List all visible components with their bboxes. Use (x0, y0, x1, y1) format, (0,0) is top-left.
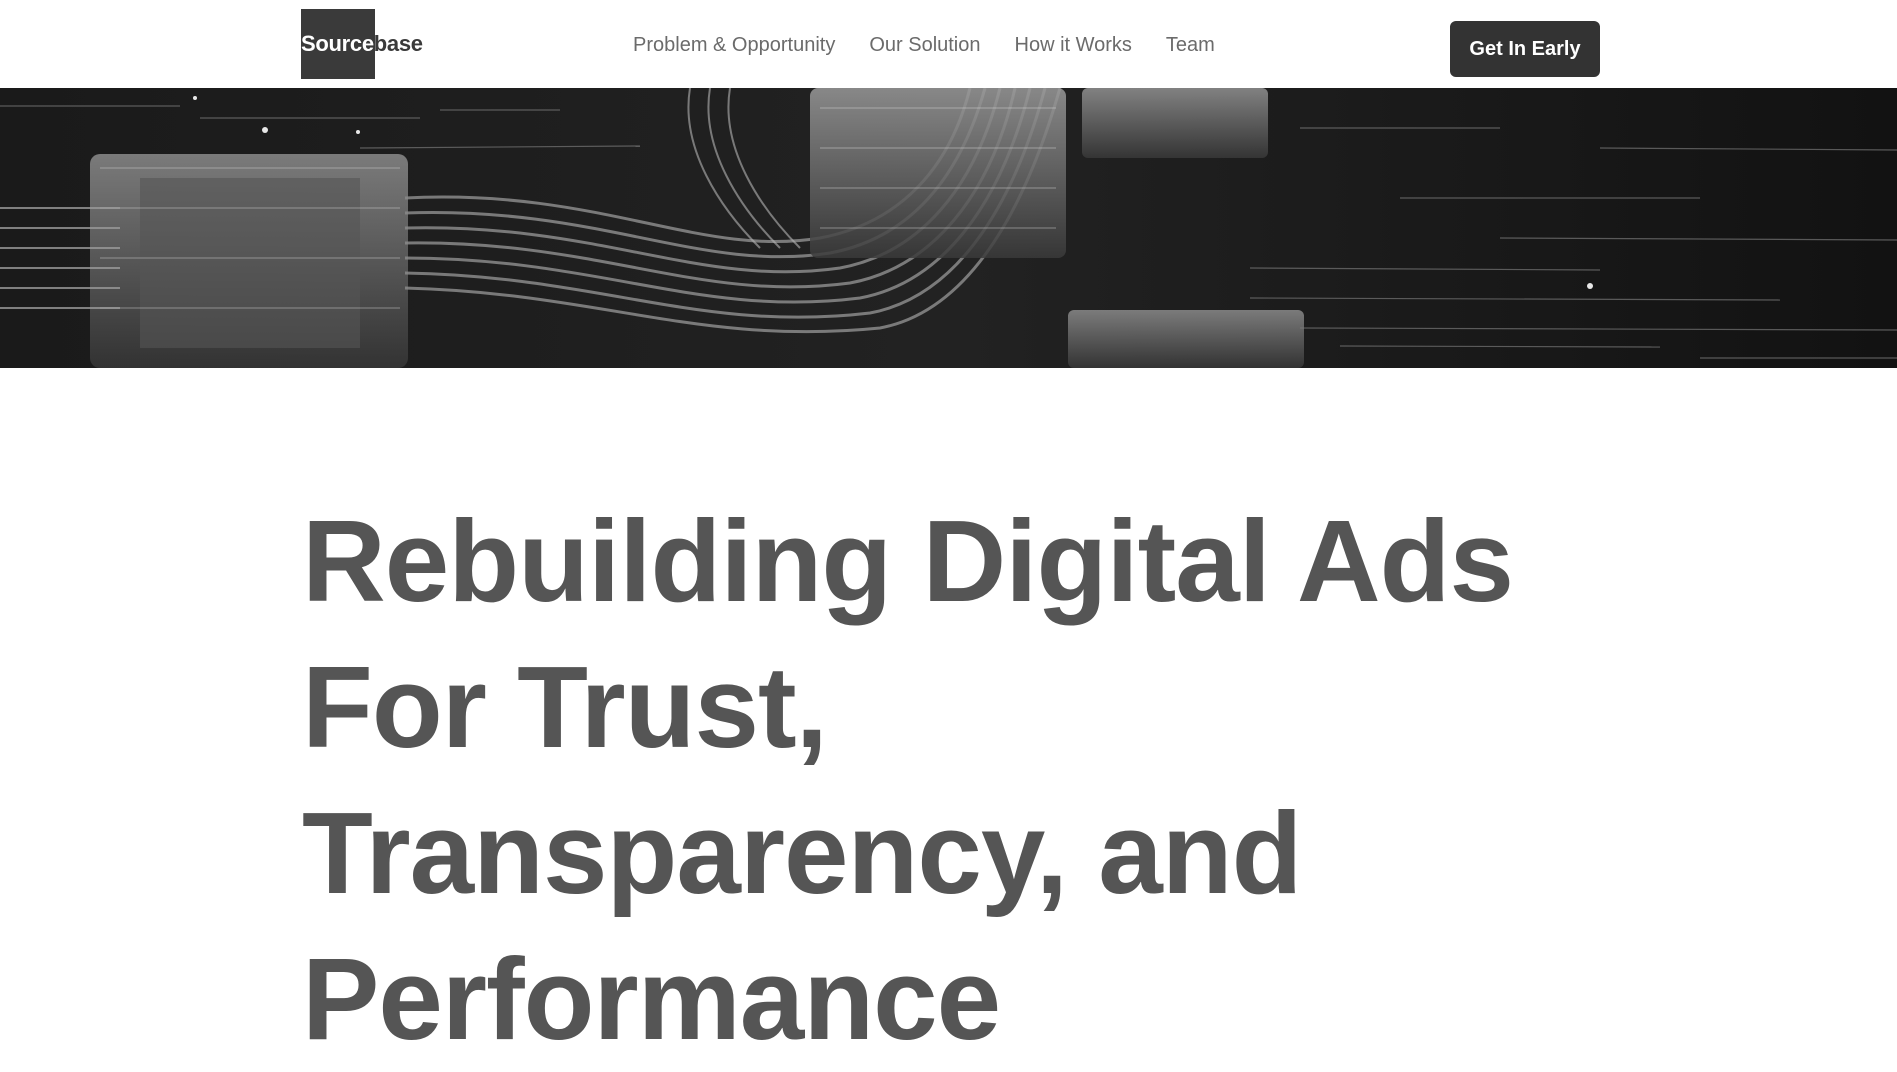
get-in-early-button[interactable]: Get In Early (1450, 21, 1600, 77)
site-header: Sourcebase Problem & Opportunity Our Sol… (0, 0, 1897, 88)
nav-item-how-it-works[interactable]: How it Works (1015, 34, 1132, 57)
nav-item-team[interactable]: Team (1166, 34, 1215, 57)
brand-name-part-2: base (373, 31, 423, 56)
abstract-data-cables-image (0, 88, 1897, 368)
main-nav: Problem & Opportunity Our Solution How i… (633, 34, 1215, 57)
nav-item-problem-opportunity[interactable]: Problem & Opportunity (633, 34, 835, 57)
hero-title: Rebuilding Digital Ads For Trust, Transp… (302, 496, 1514, 1064)
nav-item-our-solution[interactable]: Our Solution (869, 34, 980, 57)
hero-banner-image (0, 88, 1897, 368)
brand-logo[interactable]: Sourcebase (301, 9, 423, 79)
brand-name-part-1: Source (301, 31, 374, 56)
brand-name: Sourcebase (301, 31, 423, 57)
